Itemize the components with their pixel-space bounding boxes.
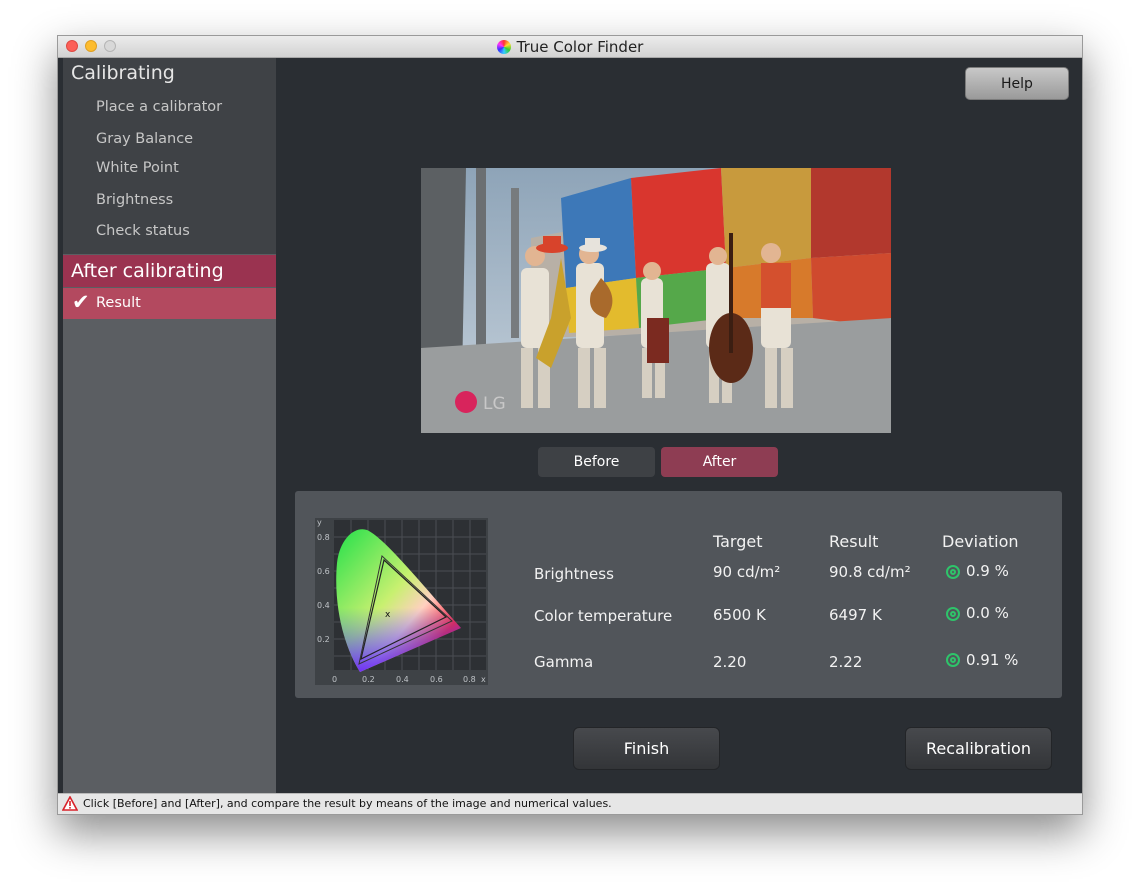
brightness-target: 90 cd/m²	[713, 563, 781, 581]
finish-button[interactable]: Finish	[573, 727, 720, 770]
gamma-result: 2.22	[829, 653, 863, 671]
y-axis-label: y	[317, 518, 322, 527]
ok-target-icon	[946, 653, 960, 667]
sidebar-item-check-status[interactable]: Check status	[96, 223, 190, 239]
calibrating-section: Calibrating Place a calibrator Gray Bala…	[63, 58, 276, 254]
sidebar-item-result[interactable]: ✔ Result	[63, 288, 276, 319]
sidebar: Calibrating Place a calibrator Gray Bala…	[63, 58, 276, 793]
status-bar: Click [Before] and [After], and compare …	[58, 793, 1082, 814]
gamma-deviation: 0.91 %	[966, 651, 1019, 669]
row-label-brightness: Brightness	[534, 565, 614, 583]
x-tick: 0.8	[463, 675, 476, 684]
gamma-target: 2.20	[713, 653, 747, 671]
x-tick: 0	[332, 675, 337, 684]
warning-icon	[62, 796, 78, 811]
watermark-logo-text: LG	[483, 394, 506, 414]
title-bar: True Color Finder	[58, 36, 1082, 58]
checkmark-icon: ✔	[72, 290, 90, 314]
sidebar-item-white-point[interactable]: White Point	[96, 160, 179, 176]
cie-chromaticity-diagram: x y 0.8 0.6 0.4 0.2 0 0.2 0.4 0.6 0.8 x	[315, 518, 488, 685]
sidebar-item-brightness[interactable]: Brightness	[96, 192, 173, 208]
y-tick: 0.2	[317, 635, 330, 644]
after-toggle-button[interactable]: After	[661, 447, 778, 477]
help-button[interactable]: Help	[965, 67, 1069, 100]
y-tick: 0.6	[317, 567, 330, 576]
ok-target-icon	[946, 607, 960, 621]
brightness-result: 90.8 cd/m²	[829, 563, 911, 581]
band-photo-illustration: LG	[421, 168, 891, 433]
recalibration-button[interactable]: Recalibration	[905, 727, 1052, 770]
row-label-color-temperature: Color temperature	[534, 607, 673, 625]
x-tick: 0.2	[362, 675, 375, 684]
sidebar-item-place-calibrator[interactable]: Place a calibrator	[96, 99, 222, 115]
cie-chart-svg: x y 0.8 0.6 0.4 0.2 0 0.2 0.4 0.6 0.8 x	[317, 518, 486, 684]
y-tick: 0.4	[317, 601, 330, 610]
sidebar-section-after-calibrating: After calibrating	[63, 255, 276, 287]
x-tick: 0.6	[430, 675, 443, 684]
x-tick: 0.4	[396, 675, 409, 684]
x-axis-label: x	[481, 675, 486, 684]
row-label-gamma: Gamma	[534, 653, 594, 671]
header-target: Target	[713, 532, 763, 551]
y-tick: 0.8	[317, 533, 330, 542]
status-message: Click [Before] and [After], and compare …	[83, 797, 612, 810]
preview-image: LG	[421, 168, 891, 433]
brightness-deviation: 0.9 %	[966, 562, 1009, 580]
color-temperature-deviation: 0.0 %	[966, 604, 1009, 622]
color-temperature-target: 6500 K	[713, 606, 766, 624]
ok-target-icon	[946, 565, 960, 579]
color-temperature-result: 6497 K	[829, 606, 882, 624]
results-panel: x y 0.8 0.6 0.4 0.2 0 0.2 0.4 0.6 0.8 x	[295, 491, 1062, 698]
window-title: True Color Finder	[516, 37, 644, 56]
sidebar-section-calibrating: Calibrating	[71, 62, 175, 84]
header-deviation: Deviation	[942, 532, 1019, 551]
sidebar-item-gray-balance[interactable]: Gray Balance	[96, 131, 193, 147]
main-panel: Help LG Before After x y 0.8 0.6 0.4 0.2…	[276, 58, 1082, 793]
app-window: True Color Finder Calibrating Place a ca…	[57, 35, 1083, 815]
sidebar-item-label: Result	[96, 295, 141, 311]
color-wheel-icon	[496, 39, 511, 54]
header-result: Result	[829, 532, 879, 551]
svg-text:x: x	[385, 610, 391, 620]
before-toggle-button[interactable]: Before	[538, 447, 655, 477]
